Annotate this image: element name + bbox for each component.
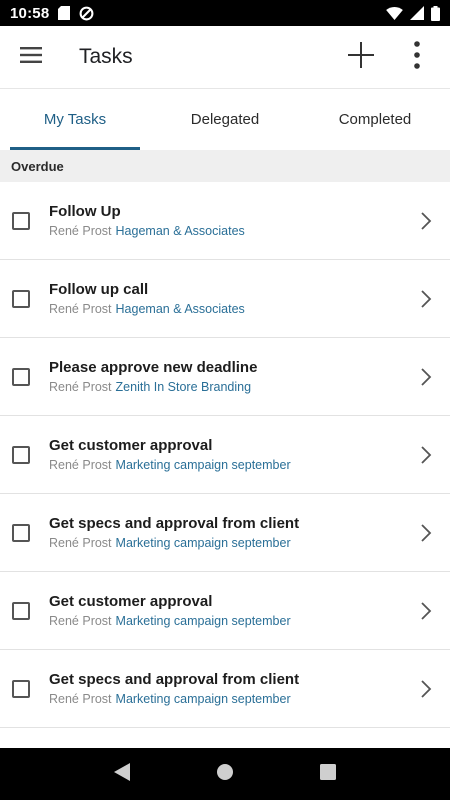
more-options-button[interactable] bbox=[400, 40, 434, 74]
task-text: Please approve new deadline René Prost Ze… bbox=[49, 359, 257, 394]
task-related-link[interactable]: Hageman & Associates bbox=[116, 224, 245, 238]
task-list: Follow Up René Prost Hageman & Associates… bbox=[0, 182, 450, 728]
recents-icon bbox=[320, 763, 337, 785]
task-row[interactable]: Follow up call René Prost Hageman & Assoc… bbox=[0, 260, 450, 338]
task-text: Get specs and approval from client René … bbox=[49, 515, 299, 550]
task-related-link[interactable]: Zenith In Store Branding bbox=[116, 380, 252, 394]
task-checkbox[interactable] bbox=[12, 367, 30, 386]
task-owner: René Prost bbox=[49, 614, 112, 628]
task-text: Get specs and approval from client René … bbox=[49, 671, 299, 706]
home-icon bbox=[216, 763, 234, 786]
task-title: Get specs and approval from client bbox=[49, 515, 300, 532]
chevron-right-icon bbox=[420, 289, 432, 309]
cell-signal-icon bbox=[410, 6, 424, 20]
task-checkbox[interactable] bbox=[12, 289, 30, 308]
status-left: 10:58 bbox=[10, 5, 94, 22]
back-icon bbox=[113, 762, 130, 786]
status-right bbox=[386, 5, 440, 21]
task-owner: René Prost bbox=[49, 536, 112, 550]
task-checkbox[interactable] bbox=[12, 601, 30, 620]
tab-my-tasks[interactable]: My Tasks bbox=[0, 89, 150, 150]
task-title: Get specs and approval from client bbox=[49, 671, 300, 688]
chevron-right-icon bbox=[420, 679, 432, 699]
task-related-link[interactable]: Marketing campaign september bbox=[116, 536, 291, 550]
tab-bar: My Tasks Delegated Completed bbox=[0, 88, 450, 150]
system-nav-bar bbox=[0, 748, 450, 800]
task-row[interactable]: Get specs and approval from client René … bbox=[0, 650, 450, 728]
task-text: Follow up call René Prost Hageman & Assoc… bbox=[49, 281, 245, 316]
task-related-link[interactable]: Marketing campaign september bbox=[116, 458, 291, 472]
chevron-right-icon bbox=[420, 523, 432, 543]
task-checkbox[interactable] bbox=[12, 211, 30, 230]
add-task-button[interactable] bbox=[344, 40, 378, 74]
task-checkbox[interactable] bbox=[12, 445, 30, 464]
task-checkbox[interactable] bbox=[12, 523, 30, 542]
task-row[interactable]: Please approve new deadline René Prost Ze… bbox=[0, 338, 450, 416]
task-row[interactable]: Get customer approval René Prost Marketin… bbox=[0, 572, 450, 650]
task-owner: René Prost bbox=[49, 458, 112, 472]
chevron-right-icon bbox=[420, 445, 432, 465]
task-title: Follow Up bbox=[49, 203, 121, 220]
wifi-icon bbox=[386, 6, 403, 20]
task-title: Get customer approval bbox=[49, 593, 213, 610]
task-row[interactable]: Get customer approval René Prost Marketin… bbox=[0, 416, 450, 494]
recents-button[interactable] bbox=[308, 754, 348, 794]
more-vert-icon bbox=[414, 40, 420, 74]
task-subtitle: René Prost Marketing campaign september bbox=[49, 692, 299, 706]
task-subtitle: René Prost Hageman & Associates bbox=[49, 302, 245, 316]
task-subtitle: René Prost Marketing campaign september bbox=[49, 536, 299, 550]
status-bar: 10:58 bbox=[0, 0, 450, 26]
app-bar-actions bbox=[344, 40, 434, 74]
page-title: Tasks bbox=[79, 45, 133, 68]
task-owner: René Prost bbox=[49, 380, 112, 394]
task-owner: René Prost bbox=[49, 692, 112, 706]
task-owner: René Prost bbox=[49, 302, 112, 316]
task-text: Follow Up René Prost Hageman & Associates bbox=[49, 203, 245, 238]
chevron-right-icon bbox=[420, 211, 432, 231]
menu-icon bbox=[20, 46, 42, 68]
app-bar: Tasks bbox=[0, 26, 450, 88]
task-related-link[interactable]: Hageman & Associates bbox=[116, 302, 245, 316]
status-time: 10:58 bbox=[10, 4, 50, 22]
task-checkbox[interactable] bbox=[12, 679, 30, 698]
task-text: Get customer approval René Prost Marketin… bbox=[49, 437, 291, 472]
add-icon bbox=[348, 41, 374, 73]
task-title: Get customer approval bbox=[49, 437, 213, 454]
task-title: Please approve new deadline bbox=[49, 359, 258, 376]
chevron-right-icon bbox=[420, 367, 432, 387]
task-subtitle: René Prost Hageman & Associates bbox=[49, 224, 245, 238]
task-subtitle: René Prost Marketing campaign september bbox=[49, 458, 291, 472]
task-related-link[interactable]: Marketing campaign september bbox=[116, 614, 291, 628]
menu-button[interactable] bbox=[18, 44, 44, 70]
home-button[interactable] bbox=[205, 754, 245, 794]
tab-delegated[interactable]: Delegated bbox=[150, 89, 300, 150]
tab-completed[interactable]: Completed bbox=[300, 89, 450, 150]
task-row[interactable]: Get specs and approval from client René … bbox=[0, 494, 450, 572]
do-not-disturb-icon bbox=[79, 6, 94, 21]
task-subtitle: René Prost Zenith In Store Branding bbox=[49, 380, 257, 394]
sd-card-icon bbox=[58, 6, 71, 20]
battery-icon bbox=[431, 5, 440, 21]
task-owner: René Prost bbox=[49, 224, 112, 238]
section-header-overdue: Overdue bbox=[0, 150, 450, 182]
task-subtitle: René Prost Marketing campaign september bbox=[49, 614, 291, 628]
back-button[interactable] bbox=[102, 754, 142, 794]
task-related-link[interactable]: Marketing campaign september bbox=[116, 692, 291, 706]
chevron-right-icon bbox=[420, 601, 432, 621]
task-row[interactable]: Follow Up René Prost Hageman & Associates bbox=[0, 182, 450, 260]
task-title: Follow up call bbox=[49, 281, 149, 298]
task-text: Get customer approval René Prost Marketin… bbox=[49, 593, 291, 628]
